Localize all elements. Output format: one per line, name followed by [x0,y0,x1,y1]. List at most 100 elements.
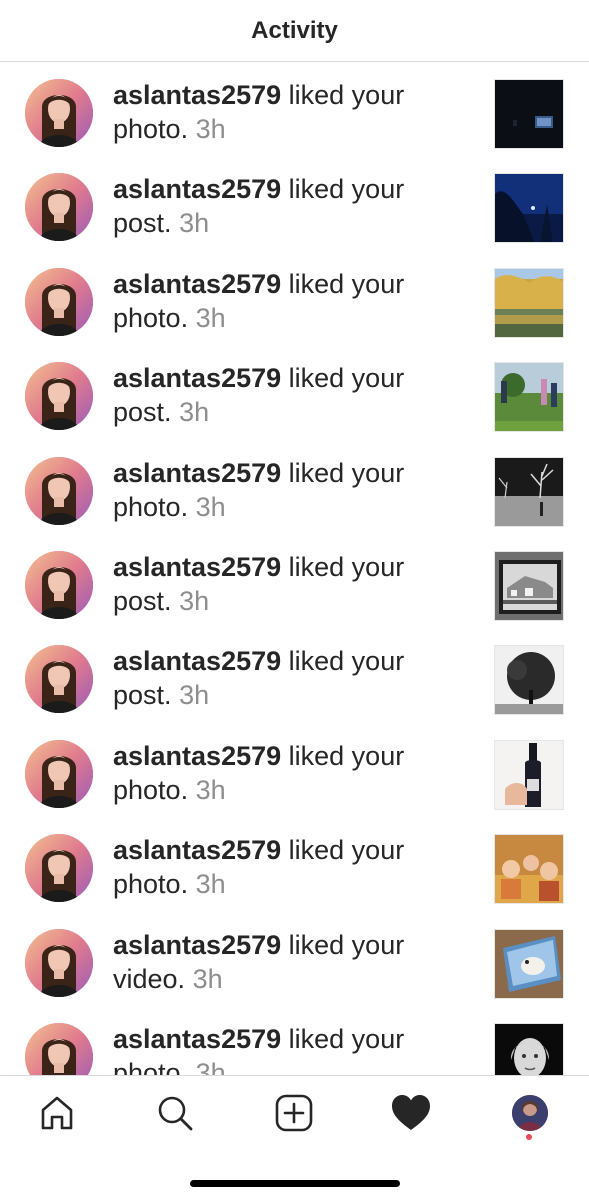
username-link[interactable]: aslantas2579 [113,363,281,393]
home-indicator [190,1180,400,1187]
activity-row[interactable]: aslantas2579 liked your post. 3h [0,534,589,628]
timestamp: 3h [179,586,210,616]
action-text: liked your [281,363,405,394]
activity-row[interactable]: aslantas2579 liked your post. 3h [0,628,589,722]
activity-heart-icon [392,1095,430,1130]
dark-window-photo[interactable] [494,79,564,149]
bw-tree-photo[interactable] [494,456,564,527]
timestamp: 3h [192,963,223,994]
user-avatar[interactable] [25,362,93,431]
object-text: photo. [113,1058,189,1075]
user-avatar[interactable] [25,551,93,619]
profile-avatar-icon [512,1095,548,1131]
object-text: post. [113,208,172,239]
username-link[interactable]: aslantas2579 [113,552,281,582]
activity-feed[interactable]: aslantas2579 liked your photo. 3h aslant… [0,62,589,1075]
autumn-river-photo[interactable] [494,267,564,338]
timestamp: 3h [195,302,226,333]
user-avatar[interactable] [25,645,93,714]
face-illustration [25,362,93,431]
action-text: liked your [281,552,405,582]
object-text: post. [113,397,172,428]
activity-text: aslantas2579 liked your post. 3h [113,172,473,240]
username-link[interactable]: aslantas2579 [113,1024,281,1054]
activity-text: aslantas2579 liked your post. 3h [113,550,473,618]
activity-row[interactable]: aslantas2579 liked your photo. 3h [0,440,589,534]
timestamp: 3h [195,774,226,805]
activity-row[interactable]: aslantas2579 liked your video. 3h [0,912,589,1006]
user-avatar[interactable] [25,79,93,147]
username-link[interactable]: aslantas2579 [113,174,281,204]
garden-people-photo[interactable] [494,362,564,433]
action-text: liked your [281,740,405,771]
user-avatar[interactable] [25,1023,93,1075]
bw-portrait-photo[interactable] [494,1023,564,1075]
timestamp: 3h [195,1058,226,1075]
bw-large-tree-photo[interactable] [494,645,564,716]
face-illustration [25,834,93,903]
activity-row[interactable]: aslantas2579 liked your photo. 3h [0,817,589,911]
activity-text: aslantas2579 liked your photo. 3h [113,833,473,901]
username-link[interactable]: aslantas2579 [113,269,281,299]
user-avatar[interactable] [25,173,93,242]
action-text: liked your [281,929,405,960]
object-text: photo. [113,302,189,333]
action-text: liked your [281,457,405,488]
tab-activity[interactable] [381,1090,441,1136]
header-bar: Activity [0,0,589,62]
home-icon [41,1096,73,1130]
tab-home[interactable] [27,1090,87,1136]
object-text: photo. [113,774,189,805]
timestamp: 3h [179,397,210,428]
framed-house-photo[interactable] [494,551,564,621]
timestamp: 3h [195,491,226,522]
user-avatar[interactable] [25,739,93,808]
username-link[interactable]: aslantas2579 [113,458,281,488]
activity-row[interactable]: aslantas2579 liked your photo. 3h [0,1006,589,1075]
action-text: liked your [281,174,405,205]
user-avatar[interactable] [25,456,93,525]
object-text: photo. [113,869,189,900]
face-illustration [25,456,93,525]
user-avatar[interactable] [25,928,93,997]
action-text: liked your [281,646,405,677]
search-icon [158,1096,193,1131]
night-sky-trees-photo[interactable] [494,173,564,244]
action-text: liked your [281,80,405,110]
notification-dot [526,1134,532,1140]
username-link[interactable]: aslantas2579 [113,930,281,960]
username-link[interactable]: aslantas2579 [113,80,281,110]
face-illustration [25,1023,93,1075]
activity-row[interactable]: aslantas2579 liked your photo. 3h [0,723,589,817]
activity-text: aslantas2579 liked your photo. 3h [113,1022,473,1075]
dog-window-video[interactable] [494,928,564,999]
tab-search[interactable] [145,1090,205,1136]
username-link[interactable]: aslantas2579 [113,741,281,771]
object-text: photo. [113,114,189,144]
activity-text: aslantas2579 liked your video. 3h [113,928,473,996]
object-text: post. [113,586,172,616]
username-link[interactable]: aslantas2579 [113,835,281,865]
timestamp: 3h [179,680,210,711]
object-text: video. [113,963,186,994]
activity-row[interactable]: aslantas2579 liked your post. 3h [0,345,589,439]
activity-text: aslantas2579 liked your photo. 3h [113,456,473,524]
activity-text: aslantas2579 liked your post. 3h [113,644,473,712]
activity-text: aslantas2579 liked your post. 3h [113,361,473,429]
timestamp: 3h [179,208,210,239]
user-avatar[interactable] [25,267,93,336]
vintage-family-photo[interactable] [494,834,564,905]
face-illustration [25,267,93,336]
wine-bottle-photo[interactable] [494,739,564,810]
activity-row[interactable]: aslantas2579 liked your photo. 3h [0,62,589,156]
username-link[interactable]: aslantas2579 [113,646,281,676]
face-illustration [25,645,93,714]
tab-new-post[interactable] [264,1090,324,1136]
activity-row[interactable]: aslantas2579 liked your post. 3h [0,156,589,250]
face-illustration [25,739,93,808]
activity-row[interactable]: aslantas2579 liked your photo. 3h [0,251,589,345]
tab-profile[interactable] [500,1090,560,1136]
user-avatar[interactable] [25,834,93,903]
face-illustration [25,79,93,147]
face-illustration [25,928,93,997]
